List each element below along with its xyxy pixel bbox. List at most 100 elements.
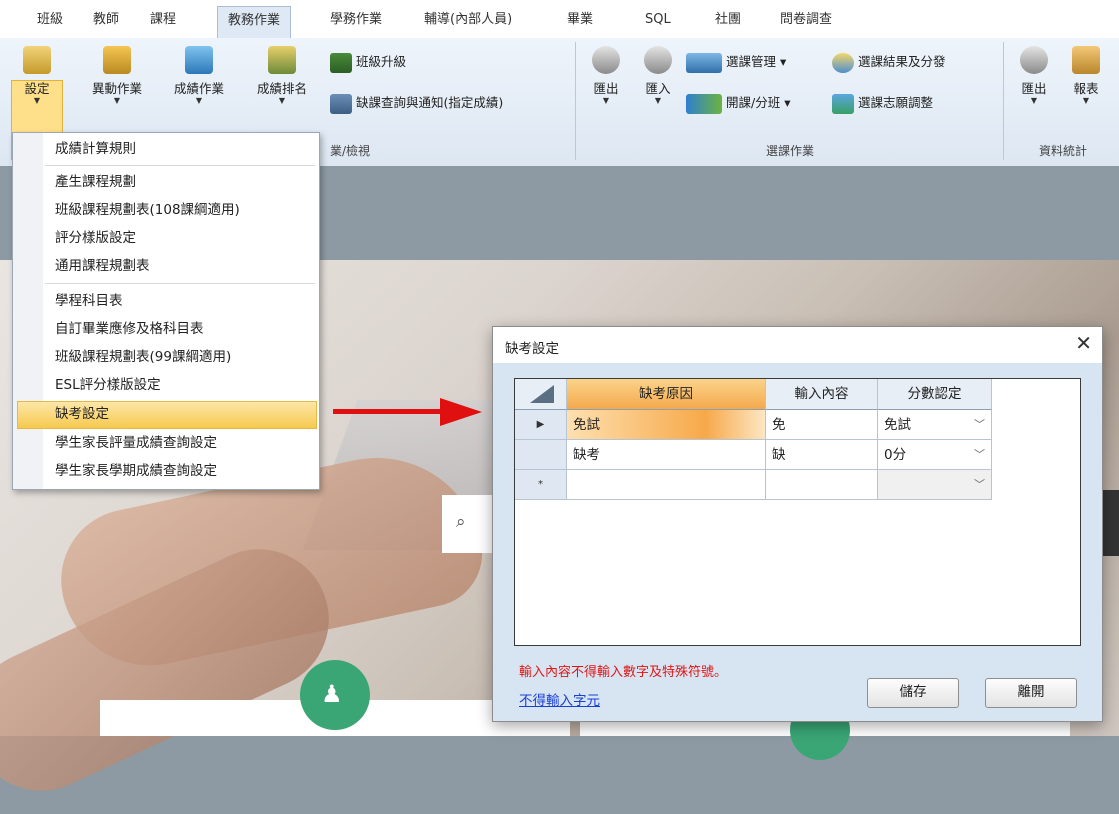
cell-score-select-new[interactable]: ﹀ <box>878 470 992 500</box>
database-export-icon <box>1020 46 1048 74</box>
menu-item-parent-semester-query[interactable]: 學生家長學期成績查詢設定 <box>55 458 315 484</box>
tab-graduation[interactable]: 畢業 <box>567 9 593 37</box>
menu-item-general-plan[interactable]: 通用課程規劃表 <box>55 253 315 279</box>
select-result-icon <box>832 52 854 73</box>
report-label: 報表 <box>1073 81 1099 96</box>
import-label: 匯入 <box>645 81 671 96</box>
row-marker-new[interactable]: * <box>515 470 567 500</box>
tab-class[interactable]: 班級 <box>37 9 63 37</box>
chevron-down-icon: ▼ <box>33 96 41 105</box>
rank-label: 成績排名 <box>256 81 307 96</box>
class-upgrade-button[interactable]: 班級升級 <box>330 50 406 74</box>
tab-survey[interactable]: 問卷調查 <box>780 9 832 37</box>
menu-item-program-subjects[interactable]: 學程科目表 <box>55 288 315 314</box>
cell-reason[interactable]: 免試 <box>567 410 766 440</box>
row-marker-current[interactable]: ▶ <box>515 410 567 440</box>
grade-label: 成績作業 <box>173 81 224 96</box>
tab-club[interactable]: 社團 <box>715 9 741 37</box>
cell-reason[interactable]: 缺考 <box>567 440 766 470</box>
select-result-button[interactable]: 選課結果及分發 <box>832 50 946 74</box>
save-button[interactable]: 儲存 <box>867 678 959 708</box>
report-button[interactable]: 報表 ▼ <box>1064 46 1108 105</box>
annotation-arrow-line <box>333 409 443 414</box>
chevron-down-icon: ▼ <box>113 96 121 105</box>
column-header-score[interactable]: 分數認定 <box>878 379 992 410</box>
search-box[interactable] <box>442 495 494 553</box>
menu-item-class-plan-99[interactable]: 班級課程規劃表(99課綱適用) <box>55 344 315 370</box>
cell-score-value: 0分 <box>884 447 907 463</box>
search-icon[interactable]: ⌕ <box>456 512 466 532</box>
chevron-down-icon[interactable]: ﹀ <box>974 410 985 439</box>
menu-item-parent-exam-query[interactable]: 學生家長評量成績查詢設定 <box>55 430 315 456</box>
column-header-input[interactable]: 輸入內容 <box>766 379 878 410</box>
document-icon <box>103 46 131 74</box>
import-button[interactable]: 匯入 ▼ <box>638 46 678 105</box>
tab-teacher[interactable]: 教師 <box>93 9 119 37</box>
open-class-label: 開課/分班 <box>726 95 781 110</box>
change-button[interactable]: 異動作業 ▼ <box>79 46 155 105</box>
gear-icon <box>23 46 51 74</box>
report-icon <box>1072 46 1100 74</box>
export-button[interactable]: 匯出 ▼ <box>586 46 626 105</box>
tab-course[interactable]: 課程 <box>150 9 176 37</box>
menu-item-generate-plan[interactable]: 產生課程規劃 <box>55 169 315 195</box>
select-result-label: 選課結果及分發 <box>858 54 946 69</box>
absence-query-icon <box>330 93 352 114</box>
close-icon[interactable]: ✕ <box>1075 331 1092 355</box>
tab-counseling[interactable]: 輔導(內部人員) <box>424 9 512 37</box>
chevron-down-icon: ▼ <box>278 96 286 105</box>
group-separator <box>575 42 576 160</box>
group-separator <box>1003 42 1004 160</box>
settings-button[interactable]: 設定 ▼ <box>13 46 61 105</box>
invalid-chars-link[interactable]: 不得輸入字元 <box>519 689 600 709</box>
chevron-down-icon: ▼ <box>1030 96 1038 105</box>
chevron-down-icon: ▼ <box>602 96 610 105</box>
dialog-body: 缺考原因 輸入內容 分數認定 ▶ 免試 免 免試 ﹀ 缺考 缺 0分 ﹀ * ﹀ 輸… <box>493 363 1102 721</box>
leave-button[interactable]: 離開 <box>985 678 1077 708</box>
menu-item-absence-settings[interactable]: 缺考設定 <box>55 401 315 427</box>
menu-item-grade-rules[interactable]: 成績計算規則 <box>55 136 315 162</box>
tab-academic[interactable]: 教務作業 <box>217 6 292 39</box>
absence-query-label: 缺課查詢與通知(指定成績) <box>356 95 504 110</box>
book-icon: ♟ <box>321 680 343 708</box>
absence-query-button[interactable]: 缺課查詢與通知(指定成績) <box>330 91 503 115</box>
chevron-down-icon[interactable]: ﹀ <box>974 470 985 499</box>
tab-student-affairs[interactable]: 學務作業 <box>330 9 382 37</box>
calculator-icon <box>185 46 213 74</box>
menu-item-esl-template[interactable]: ESL評分樣版設定 <box>55 372 315 398</box>
tab-sql[interactable]: SQL <box>645 9 671 37</box>
chevron-down-icon: ▼ <box>654 96 662 105</box>
grade-button[interactable]: 成績作業 ▼ <box>163 46 235 105</box>
cell-input[interactable]: 缺 <box>766 440 878 470</box>
cell-input-new[interactable] <box>766 470 878 500</box>
open-class-icon <box>686 93 722 114</box>
cell-score-select[interactable]: 0分 ﹀ <box>878 440 992 470</box>
menu-item-class-plan-108[interactable]: 班級課程規劃表(108課綱適用) <box>55 197 315 223</box>
cell-reason-new[interactable] <box>567 470 766 500</box>
menu-icon-strip <box>13 133 43 489</box>
row-marker[interactable] <box>515 440 567 470</box>
menu-item-rating-template[interactable]: 評分樣版設定 <box>55 225 315 251</box>
rank-button[interactable]: 成績排名 ▼ <box>246 46 318 105</box>
cell-input[interactable]: 免 <box>766 410 878 440</box>
column-header-reason[interactable]: 缺考原因 <box>567 379 766 410</box>
menu-item-custom-grad-subjects[interactable]: 自訂畢業應修及格科目表 <box>55 316 315 342</box>
cell-score-value: 免試 <box>884 417 911 433</box>
wish-adjust-button[interactable]: 選課志願調整 <box>832 91 933 115</box>
cell-score-select[interactable]: 免試 ﹀ <box>878 410 992 440</box>
select-all-corner[interactable] <box>515 379 567 410</box>
menu-tab-bar: 班級 教師 課程 教務作業 學務作業 輔導(內部人員) 畢業 SQL 社團 問卷… <box>0 0 1119 39</box>
course-mgmt-icon <box>686 52 722 73</box>
export2-button[interactable]: 匯出 ▼ <box>1014 46 1054 105</box>
open-class-button[interactable]: 開課/分班 ▾ <box>686 91 790 115</box>
export2-label: 匯出 <box>1021 81 1047 96</box>
chevron-down-icon: ▼ <box>1082 96 1090 105</box>
wish-adjust-icon <box>832 93 854 114</box>
group-label-course: 選課作業 <box>765 144 814 158</box>
course-mgmt-button[interactable]: 選課管理 ▾ <box>686 50 786 74</box>
group-label-view: 業/檢視 <box>329 144 371 158</box>
settings-dropdown-menu: 成績計算規則 產生課程規劃 班級課程規劃表(108課綱適用) 評分樣版設定 通用… <box>12 132 320 490</box>
absence-settings-dialog: 缺考設定 ✕ 缺考原因 輸入內容 分數認定 ▶ 免試 免 免試 ﹀ 缺考 缺 0分… <box>492 326 1103 722</box>
ranking-icon <box>268 46 296 74</box>
chevron-down-icon[interactable]: ﹀ <box>974 440 985 469</box>
